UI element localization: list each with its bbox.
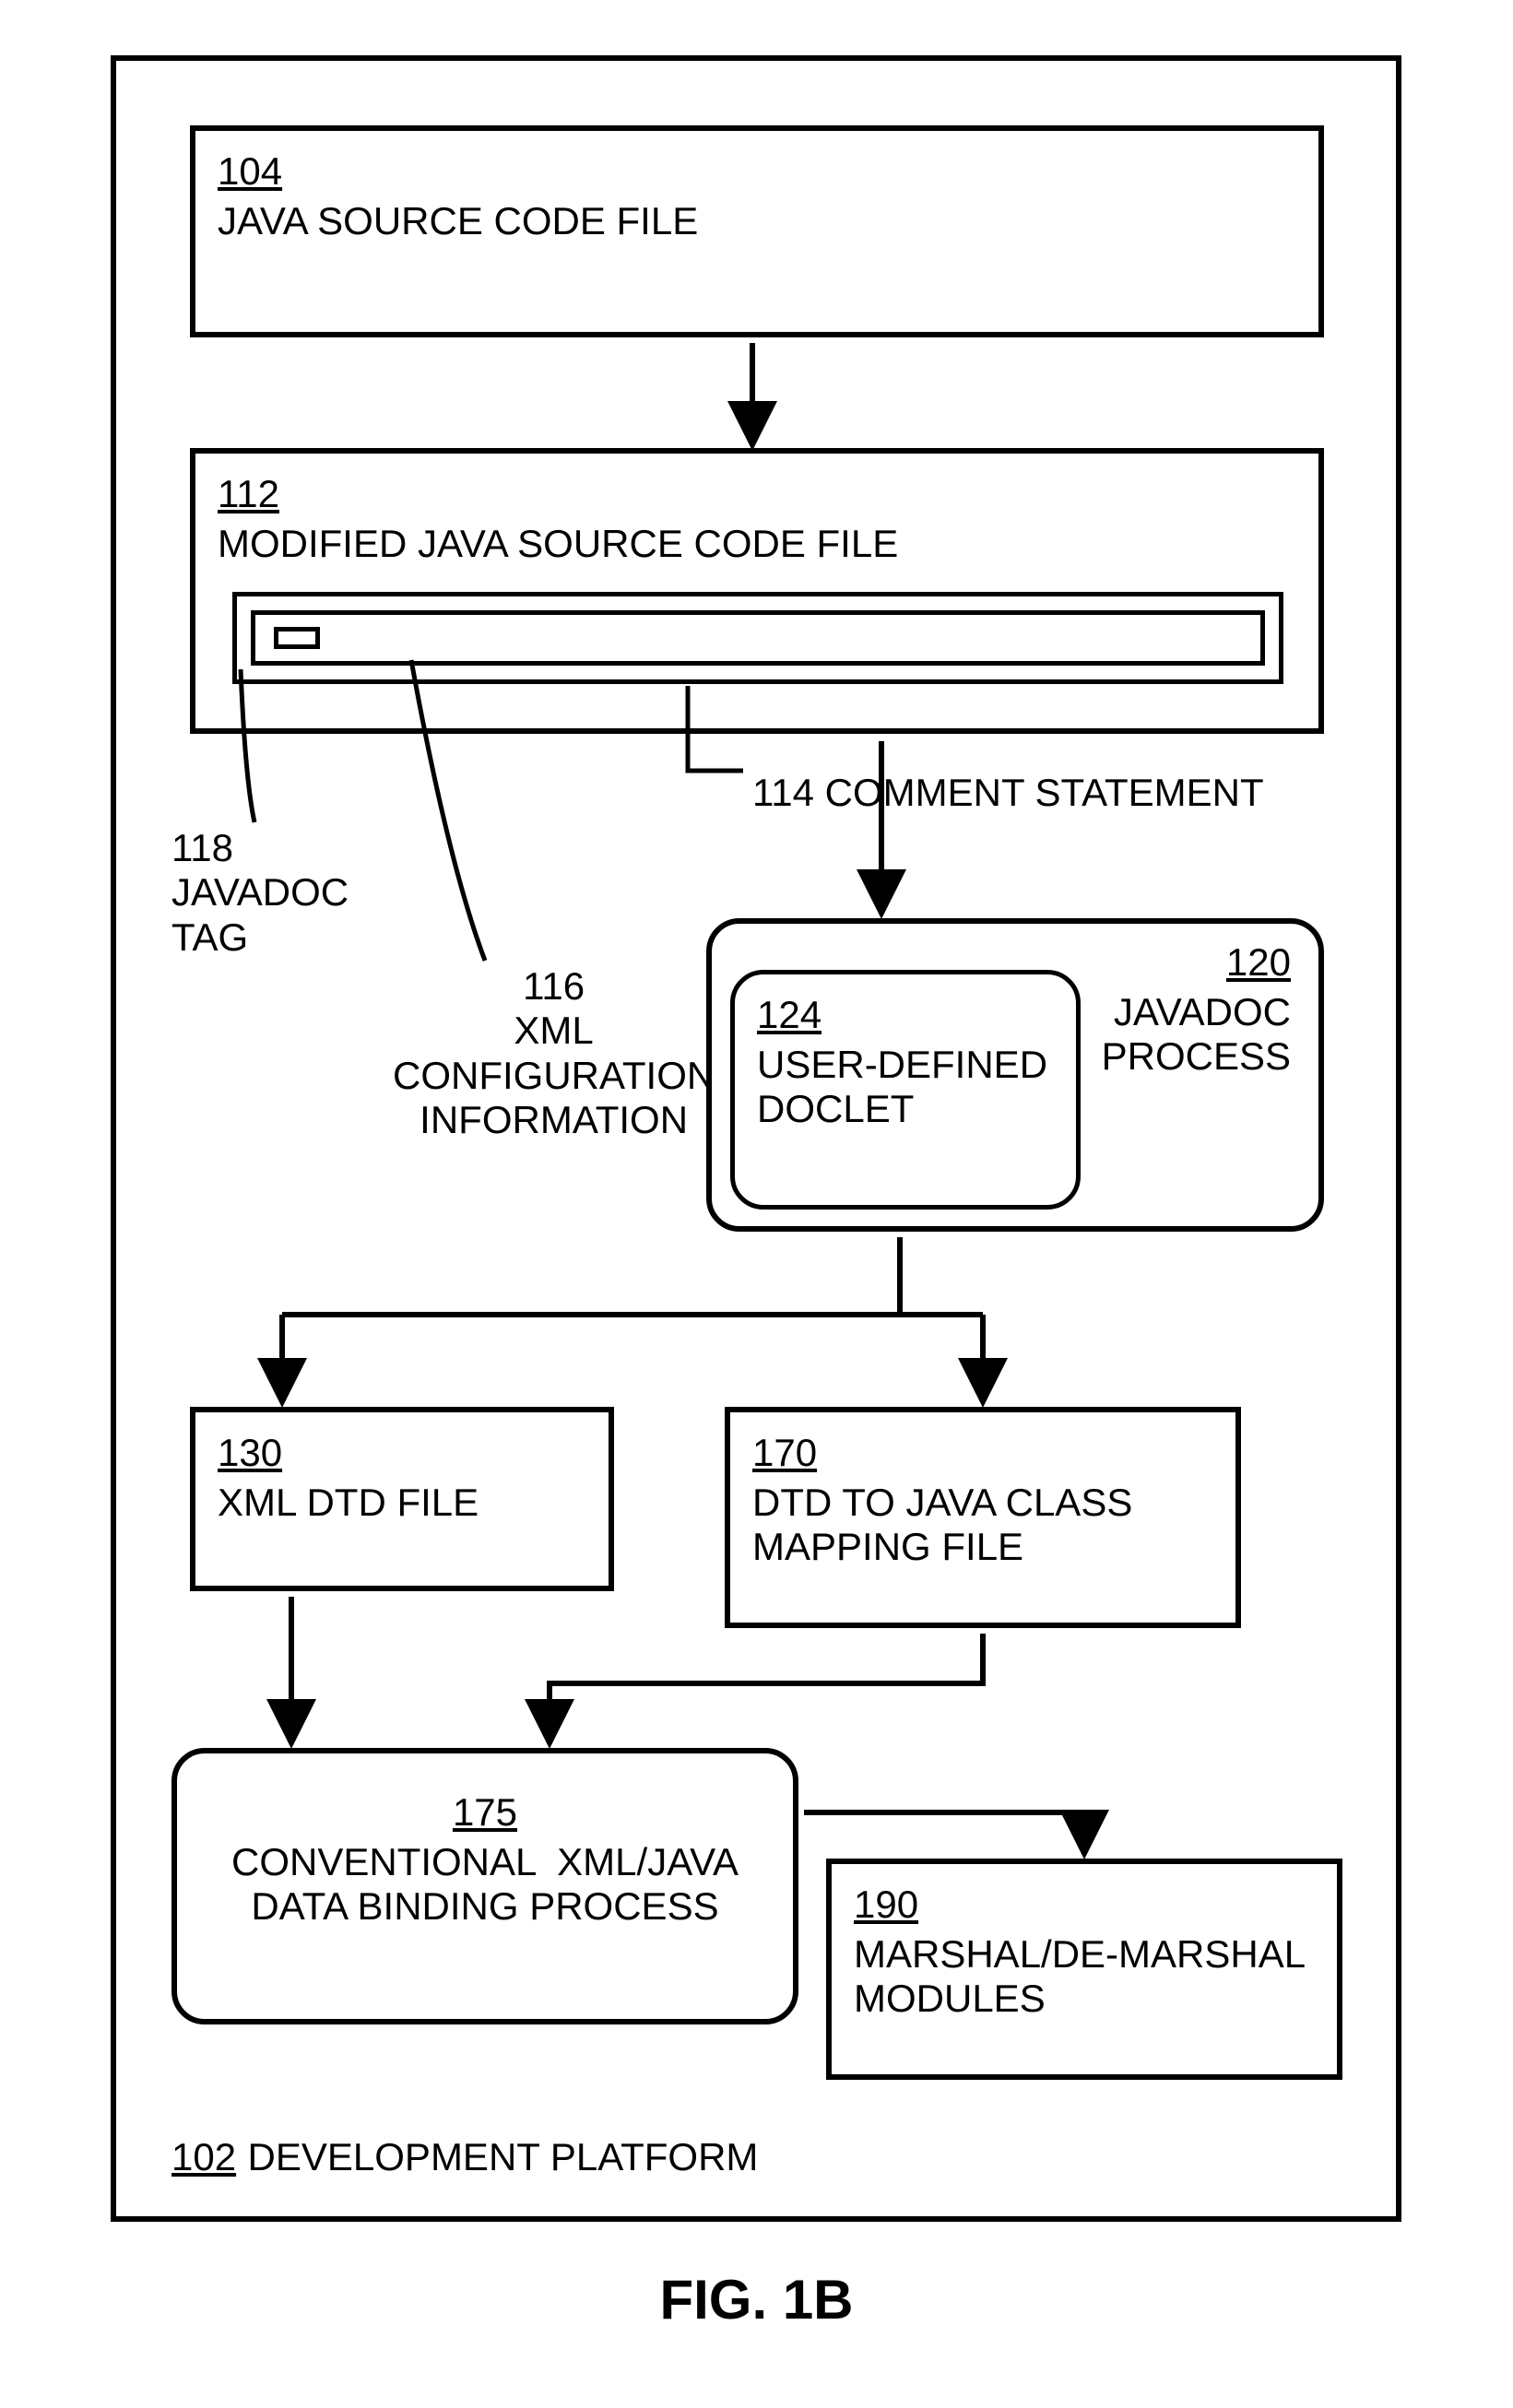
ref-114: 114 — [752, 771, 814, 814]
label-mapping: DTD TO JAVA CLASSMAPPING FILE — [752, 1481, 1132, 1568]
xml-config-box — [251, 610, 1265, 666]
ref-130: 130 — [218, 1431, 586, 1475]
platform-label: 102 DEVELOPMENT PLATFORM — [171, 2135, 758, 2179]
label-marshal: MARSHAL/DE-MARSHALMODULES — [854, 1932, 1306, 2020]
callout-xmlconf: 116 XMLCONFIGURATIONINFORMATION — [393, 964, 715, 1142]
javadoc-tag-box — [274, 627, 320, 649]
callout-comment: 114 COMMENT STATEMENT — [752, 771, 1264, 815]
label-xmlconf: XMLCONFIGURATIONINFORMATION — [393, 1009, 715, 1141]
label-xml-dtd: XML DTD FILE — [218, 1481, 479, 1524]
ref-102: 102 — [171, 2135, 236, 2178]
ref-170: 170 — [752, 1431, 1213, 1475]
ref-190: 190 — [854, 1883, 1315, 1927]
label-comment: COMMENT STATEMENT — [825, 771, 1264, 814]
ref-112: 112 — [218, 472, 1296, 516]
ref-175: 175 — [453, 1790, 517, 1835]
box-mapping: 170 DTD TO JAVA CLASSMAPPING FILE — [725, 1407, 1241, 1628]
label-javadoc-process: JAVADOCPROCESS — [1102, 990, 1291, 1078]
box-binding: 175 CONVENTIONAL XML/JAVADATA BINDING PR… — [171, 1748, 798, 2024]
label-doclet: USER-DEFINEDDOCLET — [757, 1043, 1047, 1130]
figure-caption: FIG. 1B — [0, 2268, 1513, 2331]
ref-116: 116 — [523, 964, 585, 1008]
label-tag: JAVADOCTAG — [171, 870, 349, 958]
ref-118: 118 — [171, 826, 233, 869]
box-xml-dtd: 130 XML DTD FILE — [190, 1407, 614, 1591]
ref-124: 124 — [757, 993, 1054, 1037]
box-java-source: 104 JAVA SOURCE CODE FILE — [190, 125, 1324, 337]
label-modified-source: MODIFIED JAVA SOURCE CODE FILE — [218, 522, 898, 565]
ref-120: 120 — [1102, 940, 1291, 985]
development-platform-frame: 104 JAVA SOURCE CODE FILE 112 MODIFIED J… — [111, 55, 1401, 2222]
label-binding: CONVENTIONAL XML/JAVADATA BINDING PROCES… — [231, 1840, 739, 1928]
ref-104: 104 — [218, 149, 1296, 194]
box-doclet: 124 USER-DEFINEDDOCLET — [730, 970, 1081, 1210]
label-java-source: JAVA SOURCE CODE FILE — [218, 199, 698, 242]
box-javadoc-process: 120 JAVADOCPROCESS 124 USER-DEFINEDDOCLE… — [706, 918, 1324, 1232]
label-platform: DEVELOPMENT PLATFORM — [248, 2135, 759, 2178]
box-marshal: 190 MARSHAL/DE-MARSHALMODULES — [826, 1859, 1342, 2080]
box-modified-source: 112 MODIFIED JAVA SOURCE CODE FILE — [190, 448, 1324, 734]
callout-tag: 118 JAVADOCTAG — [171, 826, 349, 960]
